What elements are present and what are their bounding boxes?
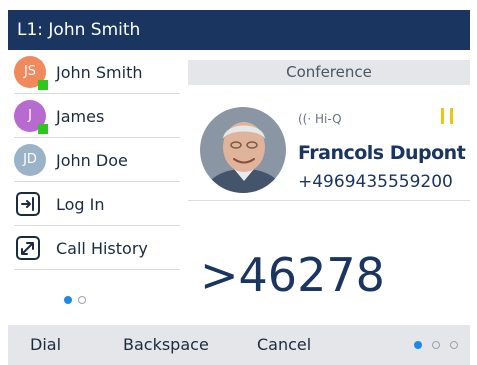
phone-screen: JS John Smith J James JD John Doe Log In… xyxy=(8,50,470,325)
conference-header: Conference xyxy=(188,60,470,85)
divider xyxy=(188,200,470,201)
softkey-bar: Dial Backspace Cancel xyxy=(8,325,470,365)
softkey-page-dot[interactable] xyxy=(450,341,458,349)
sidebar: JS John Smith J James JD John Doe Log In… xyxy=(8,50,188,325)
log-in-item[interactable]: Log In xyxy=(8,182,180,226)
log-in-label: Log In xyxy=(56,194,105,214)
caller-name: Francols Dupont xyxy=(298,142,466,164)
contact-item-james[interactable]: J James xyxy=(8,94,180,138)
sidebar-page-dot[interactable] xyxy=(78,296,86,304)
avatar: JD xyxy=(14,144,46,176)
dial-button[interactable]: Dial xyxy=(30,325,61,365)
contact-item-john-smith[interactable]: JS John Smith xyxy=(8,50,180,94)
cancel-button[interactable]: Cancel xyxy=(257,325,311,365)
call-history-label: Call History xyxy=(56,238,148,258)
sidebar-page-dot-active[interactable] xyxy=(64,296,72,304)
line-title: L1: John Smith xyxy=(17,20,141,40)
contact-name: John Smith xyxy=(56,62,143,82)
call-history-item[interactable]: Call History xyxy=(8,226,180,270)
call-panel: Conference ((· Hi-Q Francols Dupont +496… xyxy=(188,50,470,325)
title-bar: L1: John Smith xyxy=(8,10,470,50)
presence-available-icon xyxy=(38,124,48,134)
caller-number: +4969435559200 xyxy=(298,172,453,192)
backspace-button[interactable]: Backspace xyxy=(123,325,209,365)
divider xyxy=(14,269,180,270)
presence-available-icon xyxy=(38,80,48,90)
contact-item-john-doe[interactable]: JD John Doe xyxy=(8,138,180,182)
contact-name: John Doe xyxy=(56,150,128,170)
hiq-badge: ((· Hi-Q xyxy=(298,112,342,126)
contact-name: James xyxy=(56,106,105,126)
hold-icon xyxy=(441,108,454,124)
softkey-page-dot[interactable] xyxy=(432,341,440,349)
dial-entry: >46278 xyxy=(200,248,385,302)
call-history-icon xyxy=(16,236,40,260)
login-icon xyxy=(16,192,40,216)
hiq-icon: ((· xyxy=(298,112,312,126)
softkey-page-dot-active[interactable] xyxy=(414,341,422,349)
contact-photo xyxy=(200,107,286,193)
